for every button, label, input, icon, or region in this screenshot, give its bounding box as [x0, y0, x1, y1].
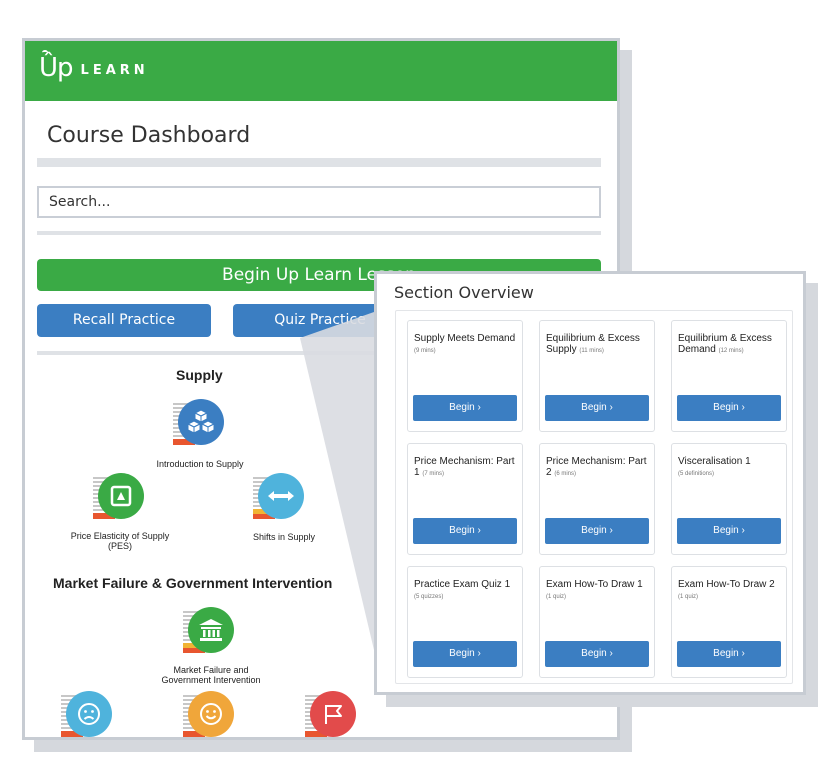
card-meta: (11 mins) — [579, 348, 604, 354]
overview-card-grid: Supply Meets Demand (9 mins) Begin › Equ… — [395, 310, 793, 684]
card-title-text: Practice Exam Quiz 1 — [414, 579, 511, 590]
begin-button[interactable]: Begin › — [545, 395, 649, 421]
section-heading-market-failure: Market Failure & Government Intervention — [53, 575, 333, 591]
card-meta: (1 quiz) — [678, 594, 699, 600]
lesson-node-row-3[interactable] — [305, 691, 361, 737]
card-title: Equilibrium & Excess Demand (12 mins) — [678, 333, 782, 357]
card-meta: (6 mins) — [554, 471, 577, 477]
lesson-card[interactable]: Exam How-To Draw 1 (1 quiz) Begin › — [539, 566, 655, 678]
section-heading-supply: Supply — [176, 367, 223, 383]
section-overview-panel: Section Overview Supply Meets Demand (9 … — [374, 271, 806, 695]
lesson-card[interactable]: Equilibrium & Excess Demand (12 mins) Be… — [671, 320, 787, 432]
lesson-node-shifts-in-supply[interactable] — [253, 473, 309, 523]
up-learn-logo[interactable]: Ûp LEARN — [39, 50, 149, 83]
lesson-label-introduction-to-supply: Introduction to Supply — [156, 459, 244, 469]
lesson-card[interactable]: Supply Meets Demand (9 mins) Begin › — [407, 320, 523, 432]
top-bar: Ûp LEARN — [25, 41, 617, 101]
card-title-text: Supply Meets Demand — [414, 333, 516, 344]
card-meta: (5 definitions) — [678, 471, 715, 477]
lesson-node-introduction-to-supply[interactable] — [173, 399, 229, 449]
card-meta: (1 quiz) — [546, 594, 567, 600]
begin-button[interactable]: Begin › — [413, 518, 517, 544]
lesson-node-pes[interactable] — [93, 473, 149, 523]
begin-button[interactable]: Begin › — [413, 395, 517, 421]
lesson-card[interactable]: Price Mechanism: Part 2 (6 mins) Begin › — [539, 443, 655, 555]
lesson-label-market-failure: Market Failure and Government Interventi… — [143, 665, 279, 685]
card-title-text: Exam How-To Draw 2 — [678, 579, 775, 590]
overview-title: Section Overview — [394, 283, 534, 302]
begin-button[interactable]: Begin › — [677, 395, 781, 421]
lesson-card[interactable]: Visceralisation 1 (5 definitions) Begin › — [671, 443, 787, 555]
divider-bar — [37, 158, 601, 167]
logo-word: LEARN — [80, 62, 149, 78]
card-meta: (9 mins) — [414, 348, 436, 354]
lesson-label-pes: Price Elasticity of Supply (PES) — [55, 531, 185, 551]
cubes-icon — [178, 399, 224, 445]
card-title: Visceralisation 1 (5 definitions) — [678, 456, 782, 480]
label-line: (PES) — [107, 541, 132, 551]
card-title: Price Mechanism: Part 2 (6 mins) — [546, 456, 650, 480]
smiley-face-icon — [188, 691, 234, 737]
begin-button[interactable]: Begin › — [413, 641, 517, 667]
square-in-square-icon — [98, 473, 144, 519]
begin-button[interactable]: Begin › — [677, 641, 781, 667]
lesson-card[interactable]: Practice Exam Quiz 1 (5 quizzes) Begin › — [407, 566, 523, 678]
card-title: Equilibrium & Excess Supply (11 mins) — [546, 333, 650, 357]
divider-bar — [37, 231, 601, 235]
lesson-card[interactable]: Exam How-To Draw 2 (1 quiz) Begin › — [671, 566, 787, 678]
label-line: Government Intervention — [161, 675, 261, 685]
card-title-text: Exam How-To Draw 1 — [546, 579, 643, 590]
label-line: Market Failure and — [173, 665, 249, 675]
card-meta: (7 mins) — [422, 471, 445, 477]
card-title: Exam How-To Draw 1 (1 quiz) — [546, 579, 650, 603]
label-line: Price Elasticity of Supply — [70, 531, 170, 541]
logo-mark: Ûp — [39, 50, 74, 83]
card-title: Supply Meets Demand (9 mins) — [414, 333, 518, 357]
sad-face-icon — [66, 691, 112, 737]
lesson-node-market-failure[interactable] — [183, 607, 239, 657]
government-building-icon — [188, 607, 234, 653]
begin-button[interactable]: Begin › — [545, 518, 649, 544]
begin-button[interactable]: Begin › — [677, 518, 781, 544]
lesson-node-row-1[interactable] — [61, 691, 117, 737]
card-meta: (12 mins) — [718, 348, 744, 354]
lesson-label-shifts-in-supply: Shifts in Supply — [252, 532, 316, 542]
begin-button[interactable]: Begin › — [545, 641, 649, 667]
lesson-card[interactable]: Equilibrium & Excess Supply (11 mins) Be… — [539, 320, 655, 432]
flag-icon — [310, 691, 356, 737]
card-title-text: Visceralisation 1 — [678, 456, 751, 467]
lesson-card[interactable]: Price Mechanism: Part 1 (7 mins) Begin › — [407, 443, 523, 555]
card-title: Practice Exam Quiz 1 (5 quizzes) — [414, 579, 518, 603]
card-meta: (5 quizzes) — [414, 594, 444, 600]
page-title: Course Dashboard — [47, 123, 251, 148]
card-title: Price Mechanism: Part 1 (7 mins) — [414, 456, 518, 480]
card-title: Exam How-To Draw 2 (1 quiz) — [678, 579, 782, 603]
recall-practice-button[interactable]: Recall Practice — [37, 304, 211, 337]
lesson-node-row-2[interactable] — [183, 691, 239, 737]
search-input[interactable] — [37, 186, 601, 218]
double-arrow-icon — [258, 473, 304, 519]
